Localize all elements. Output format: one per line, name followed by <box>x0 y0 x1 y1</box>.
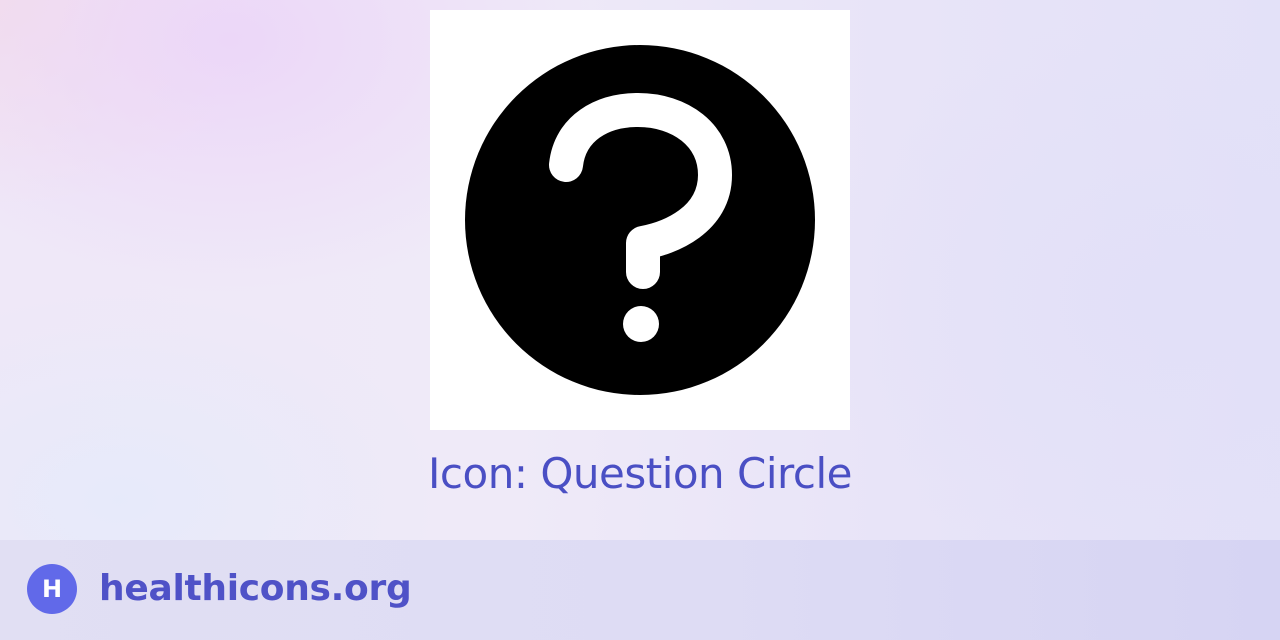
icon-caption: Icon: Question Circle <box>428 449 852 498</box>
icon-preview-tile <box>430 10 850 430</box>
logo-letter: H <box>41 575 63 603</box>
healthicons-logo-icon[interactable]: H <box>27 564 77 614</box>
question-circle-icon <box>465 45 815 395</box>
footer-bar: H healthicons.org <box>0 540 1280 640</box>
site-name-link[interactable]: healthicons.org <box>99 563 412 615</box>
